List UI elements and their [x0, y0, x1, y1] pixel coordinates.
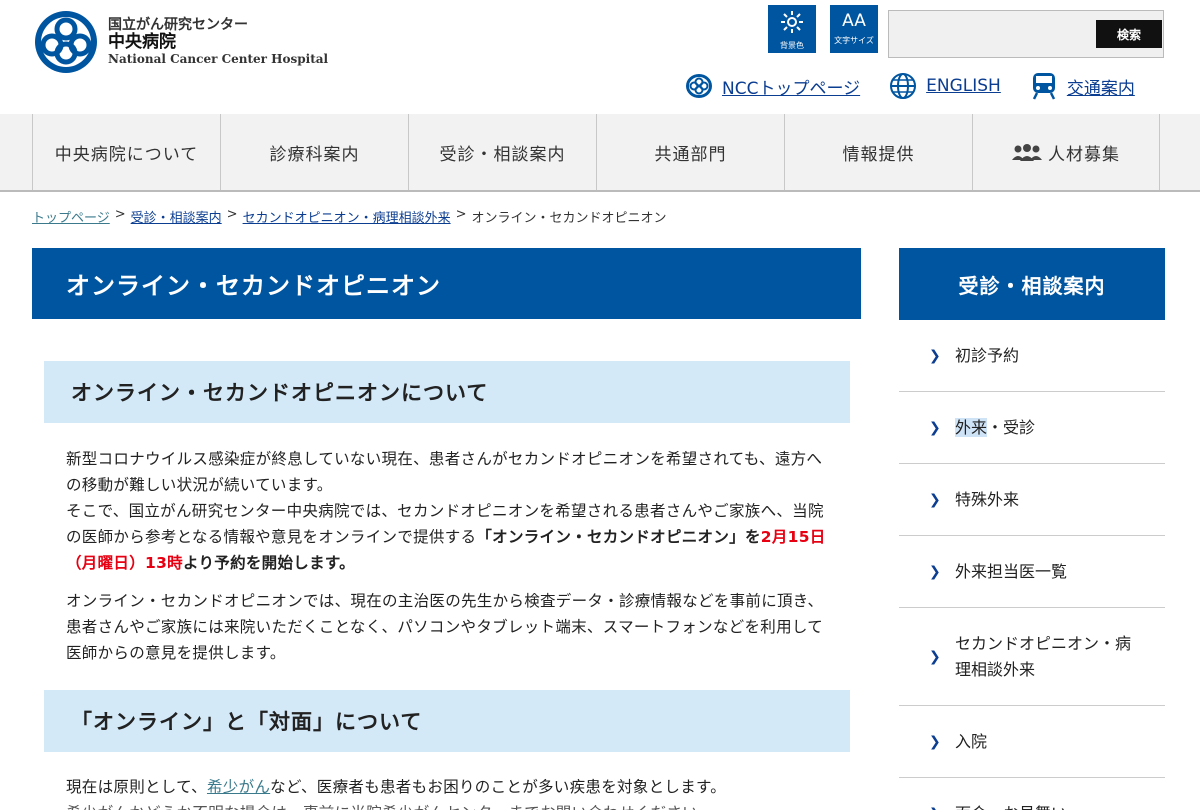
sidebar-item-label: 特殊外来: [955, 489, 1020, 509]
nav-common-divisions-label: 共通部門: [654, 144, 727, 165]
chevron-right-icon: ❯: [929, 491, 941, 508]
sidebar-menu: ❯ 初診予約 ❯ 外来・受診 ❯ 特殊外来 ❯ 外来担当医一覧 ❯ セカンドオピ…: [899, 320, 1165, 810]
breadcrumb-current: オンライン・セカンドオピニオン: [471, 211, 667, 226]
rare-cancer-note: 希少がんかどうか不明な場合は、事前に当院希少がんセンターまでお問い合わせください…: [66, 800, 836, 810]
logo-hospital-name: 中央病院: [108, 32, 176, 53]
nav-information-label: 情報提供: [842, 144, 915, 165]
english-label: ENGLISH: [926, 76, 1001, 96]
sidebar-item-outpatient[interactable]: ❯ 外来・受診: [899, 392, 1165, 464]
breadcrumb-top[interactable]: トップページ: [32, 207, 110, 226]
site-header: 国立がん研究センター 中央病院 National Cancer Center H…: [0, 0, 1200, 114]
intro-text-a: 新型コロナウイルス感染症が終息していない現在、患者さんがセカンドオピニオンを希望…: [66, 450, 823, 494]
chevron-right-icon: ❯: [929, 347, 941, 364]
people-icon: [1012, 143, 1042, 161]
utility-links: NCCトップページ ENGLISH 交通案内: [684, 72, 1163, 100]
global-nav: 中央病院について 診療科案内 受診・相談案内 共通部門 情報提供 人材募集: [0, 114, 1200, 192]
intro-paragraph: 新型コロナウイルス感染症が終息していない現在、患者さんがセカンドオピニオンを希望…: [66, 446, 836, 576]
sidebar-item-doctor-list[interactable]: ❯ 外来担当医一覧: [899, 536, 1165, 608]
sidebar-item-visiting[interactable]: ❯ 面会・お見舞い: [899, 778, 1165, 810]
target-paragraph: 現在は原則として、希少がんなど、医療者も患者もお困りのことが多い疾患を対象としま…: [66, 774, 836, 800]
sidebar-item-second-opinion[interactable]: ❯ セカンドオピニオン・病理相談外来: [899, 608, 1165, 706]
nav-consultation-label: 受診・相談案内: [439, 144, 566, 165]
description-paragraph: オンライン・セカンドオピニオンでは、現在の主治医の先生から検査データ・診療情報な…: [66, 592, 824, 662]
ncc-logo-small-icon: [684, 72, 714, 100]
sidebar-item-special-outpatient[interactable]: ❯ 特殊外来: [899, 464, 1165, 536]
breadcrumb: トップページ > 受診・相談案内 > セカンドオピニオン・病理相談外来 > オン…: [32, 207, 667, 226]
sidebar-item-label-highlight: 外来: [955, 417, 988, 437]
rare-cancer-link[interactable]: 希少がん: [207, 778, 270, 796]
breadcrumb-separator: >: [455, 207, 467, 222]
target-text-b: など、医療者も患者もお困りのことが多い疾患を対象とします。: [270, 778, 727, 796]
english-link[interactable]: ENGLISH: [888, 72, 1001, 100]
sidebar-item-label: 入院: [955, 731, 988, 751]
sidebar-item-label: 外来担当医一覧: [955, 561, 1068, 581]
section-heading-online-vs-in-person: 「オンライン」と「対面」について: [44, 690, 850, 752]
logo-org-name: 国立がん研究センター: [108, 17, 248, 34]
ncc-logo-icon: [35, 11, 97, 73]
font-size-label: 文字サイズ: [834, 36, 874, 45]
nav-departments[interactable]: 診療科案内: [220, 114, 408, 190]
sidebar-item-label: セカンドオピニオン・病理相談外来: [955, 633, 1132, 679]
site-logo[interactable]: 国立がん研究センター 中央病院 National Cancer Center H…: [32, 8, 328, 76]
sidebar-item-label: ・受診: [987, 417, 1036, 437]
logo-english-name: National Cancer Center Hospital: [108, 51, 329, 66]
sun-icon: [768, 7, 816, 40]
chevron-right-icon: ❯: [929, 563, 941, 580]
chevron-right-icon: ❯: [929, 806, 943, 810]
sidebar-item-label: 面会・お見舞い: [955, 801, 1067, 810]
nav-departments-label: 診療科案内: [269, 144, 360, 165]
nav-consultation[interactable]: 受診・相談案内: [408, 114, 596, 190]
search-input[interactable]: [895, 19, 1085, 47]
sidebar-item-label: 初診予約: [955, 345, 1020, 365]
target-text-a: 現在は原則として、: [66, 778, 207, 796]
sidebar-item-first-visit[interactable]: ❯ 初診予約: [899, 320, 1165, 392]
nav-about-label: 中央病院について: [54, 144, 199, 165]
nav-about[interactable]: 中央病院について: [32, 114, 220, 190]
intro-text-tail: より予約を開始します。: [182, 554, 355, 572]
nav-recruitment[interactable]: 人材募集: [972, 114, 1160, 190]
sidebar-title: 受診・相談案内: [899, 248, 1165, 320]
section-heading-about: オンライン・セカンドオピニオンについて: [44, 361, 850, 423]
nav-common-divisions[interactable]: 共通部門: [596, 114, 784, 190]
ncc-top-link[interactable]: NCCトップページ: [684, 72, 860, 100]
access-link[interactable]: 交通案内: [1029, 72, 1135, 100]
breadcrumb-separator: >: [114, 207, 126, 222]
train-icon: [1029, 72, 1059, 100]
page-title: オンライン・セカンドオピニオン: [32, 248, 861, 319]
globe-icon: [888, 72, 918, 100]
breadcrumb-second-opinion[interactable]: セカンドオピニオン・病理相談外来: [243, 207, 451, 226]
nav-information[interactable]: 情報提供: [784, 114, 972, 190]
nav-recruitment-label: 人材募集: [1048, 144, 1120, 165]
intro-text-strong: 「オンライン・セカンドオピニオン」を: [476, 528, 761, 546]
ncc-top-label: NCCトップページ: [722, 78, 861, 99]
font-size-button[interactable]: AA 文字サイズ: [830, 5, 878, 53]
font-size-icon: AA: [842, 11, 866, 31]
search-button[interactable]: 検索: [1096, 20, 1162, 48]
chevron-right-icon: ❯: [929, 419, 941, 436]
background-color-button[interactable]: 背景色: [768, 5, 816, 53]
background-color-label: 背景色: [780, 41, 804, 50]
breadcrumb-consultation[interactable]: 受診・相談案内: [131, 207, 222, 226]
access-label: 交通案内: [1066, 78, 1135, 99]
sidebar-item-admission[interactable]: ❯ 入院: [899, 706, 1165, 778]
chevron-right-icon: ❯: [929, 733, 941, 750]
search-box: 検索: [888, 10, 1164, 58]
breadcrumb-separator: >: [226, 207, 238, 222]
chevron-right-icon: ❯: [929, 648, 941, 665]
